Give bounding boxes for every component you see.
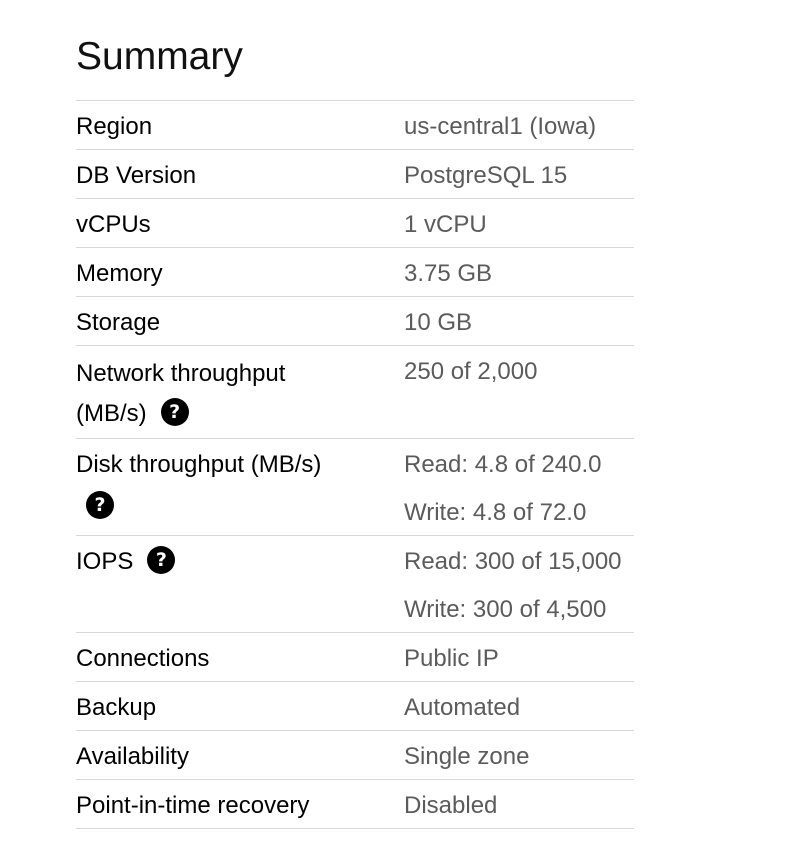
summary-table: Region us-central1 (Iowa) DB Version Pos… bbox=[76, 100, 634, 829]
help-icon[interactable]: ? bbox=[160, 397, 189, 426]
row-value: PostgreSQL 15 bbox=[404, 158, 634, 194]
summary-row-pitr: Point-in-time recovery Disabled bbox=[76, 780, 634, 829]
row-value-line: Automated bbox=[404, 694, 521, 721]
summary-row-db-version: DB Version PostgreSQL 15 bbox=[76, 150, 634, 199]
row-label-line-2: (MB/s)? bbox=[76, 394, 398, 434]
summary-row-region: Region us-central1 (Iowa) bbox=[76, 101, 634, 150]
row-label-help-line: ? bbox=[76, 483, 398, 519]
row-label: IOPS? bbox=[76, 544, 404, 628]
row-label: Memory bbox=[76, 260, 163, 287]
row-value-line: 250 of 2,000 bbox=[404, 358, 538, 385]
summary-panel: Summary Region us-central1 (Iowa) DB Ver… bbox=[76, 30, 634, 829]
row-label-unit: (MB/s) bbox=[76, 400, 147, 427]
row-value: 1 vCPU bbox=[404, 207, 634, 243]
summary-row-iops: IOPS? Read: 300 of 15,000 Write: 300 of … bbox=[76, 536, 634, 633]
row-label: Disk throughput (MB/s) ? bbox=[76, 447, 404, 531]
summary-row-memory: Memory 3.75 GB bbox=[76, 248, 634, 297]
summary-row-connections: Connections Public IP bbox=[76, 633, 634, 682]
summary-row-storage: Storage 10 GB bbox=[76, 297, 634, 346]
row-label: DB Version bbox=[76, 162, 197, 189]
row-label: Network throughput (MB/s)? bbox=[76, 354, 404, 434]
summary-row-vcpus: vCPUs 1 vCPU bbox=[76, 199, 634, 248]
row-value-line: 1 vCPU bbox=[404, 211, 487, 238]
row-value: Single zone bbox=[404, 739, 634, 775]
summary-row-availability: Availability Single zone bbox=[76, 731, 634, 780]
row-value-line: Disabled bbox=[404, 792, 498, 819]
row-label: Backup bbox=[76, 694, 157, 721]
row-label: Availability bbox=[76, 743, 189, 770]
row-label: vCPUs bbox=[76, 211, 151, 238]
row-value-read: Read: 300 of 15,000 bbox=[404, 548, 622, 575]
summary-title: Summary bbox=[76, 35, 243, 78]
row-label-text: IOPS bbox=[76, 548, 134, 575]
row-value-line: 10 GB bbox=[404, 309, 473, 336]
row-value: Disabled bbox=[404, 788, 634, 824]
row-value-line: Single zone bbox=[404, 743, 530, 770]
summary-row-disk-throughput: Disk throughput (MB/s) ? Read: 4.8 of 24… bbox=[76, 439, 634, 536]
row-label-text: Disk throughput (MB/s) bbox=[76, 451, 322, 478]
row-label: Connections bbox=[76, 645, 210, 672]
row-value-line: PostgreSQL 15 bbox=[404, 162, 568, 189]
row-label: Storage bbox=[76, 309, 161, 336]
row-label: Point-in-time recovery bbox=[76, 792, 310, 819]
row-value: 10 GB bbox=[404, 305, 634, 341]
row-value-line: Public IP bbox=[404, 645, 499, 672]
row-value-write: Write: 4.8 of 72.0 bbox=[404, 499, 587, 526]
help-icon[interactable]: ? bbox=[147, 545, 176, 574]
row-value: Automated bbox=[404, 690, 634, 726]
row-label: Region bbox=[76, 113, 153, 140]
summary-row-backup: Backup Automated bbox=[76, 682, 634, 731]
row-value: 3.75 GB bbox=[404, 256, 634, 292]
row-value: us-central1 (Iowa) bbox=[404, 109, 634, 145]
row-label-line: Network throughput bbox=[76, 360, 286, 387]
row-value: Public IP bbox=[404, 641, 634, 677]
row-value: 250 of 2,000 bbox=[404, 354, 634, 434]
row-value-write: Write: 300 of 4,500 bbox=[404, 596, 607, 623]
row-value: Read: 4.8 of 240.0 Write: 4.8 of 72.0 bbox=[404, 447, 634, 531]
row-value-line: us-central1 (Iowa) bbox=[404, 113, 597, 140]
help-icon[interactable]: ? bbox=[86, 490, 114, 519]
row-value-read: Read: 4.8 of 240.0 bbox=[404, 451, 602, 478]
row-value-line: 3.75 GB bbox=[404, 260, 493, 287]
row-value: Read: 300 of 15,000 Write: 300 of 4,500 bbox=[404, 544, 634, 628]
summary-row-network-throughput: Network throughput (MB/s)? 250 of 2,000 bbox=[76, 346, 634, 439]
